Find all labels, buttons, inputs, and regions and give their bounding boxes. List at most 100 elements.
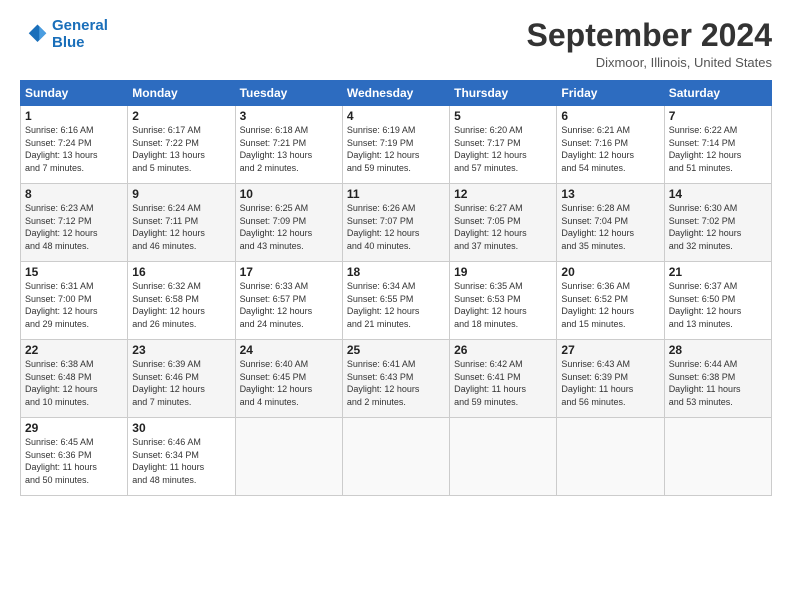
day-info: Sunrise: 6:27 AMSunset: 7:05 PMDaylight:… <box>454 202 552 252</box>
calendar-cell <box>235 418 342 496</box>
calendar-table: SundayMondayTuesdayWednesdayThursdayFrid… <box>20 80 772 496</box>
month-title: September 2024 <box>527 18 772 53</box>
calendar-cell: 16Sunrise: 6:32 AMSunset: 6:58 PMDayligh… <box>128 262 235 340</box>
day-info: Sunrise: 6:16 AMSunset: 7:24 PMDaylight:… <box>25 124 123 174</box>
day-info: Sunrise: 6:22 AMSunset: 7:14 PMDaylight:… <box>669 124 767 174</box>
calendar-cell: 3Sunrise: 6:18 AMSunset: 7:21 PMDaylight… <box>235 106 342 184</box>
day-number: 30 <box>132 421 230 435</box>
day-info: Sunrise: 6:18 AMSunset: 7:21 PMDaylight:… <box>240 124 338 174</box>
calendar-cell: 21Sunrise: 6:37 AMSunset: 6:50 PMDayligh… <box>664 262 771 340</box>
calendar-cell: 24Sunrise: 6:40 AMSunset: 6:45 PMDayligh… <box>235 340 342 418</box>
day-number: 2 <box>132 109 230 123</box>
calendar-week-4: 22Sunrise: 6:38 AMSunset: 6:48 PMDayligh… <box>21 340 772 418</box>
logo: General Blue <box>20 18 108 51</box>
calendar-week-5: 29Sunrise: 6:45 AMSunset: 6:36 PMDayligh… <box>21 418 772 496</box>
weekday-header-monday: Monday <box>128 81 235 106</box>
day-info: Sunrise: 6:35 AMSunset: 6:53 PMDaylight:… <box>454 280 552 330</box>
calendar-week-1: 1Sunrise: 6:16 AMSunset: 7:24 PMDaylight… <box>21 106 772 184</box>
day-number: 29 <box>25 421 123 435</box>
calendar-cell: 2Sunrise: 6:17 AMSunset: 7:22 PMDaylight… <box>128 106 235 184</box>
calendar-cell: 25Sunrise: 6:41 AMSunset: 6:43 PMDayligh… <box>342 340 449 418</box>
calendar-cell: 19Sunrise: 6:35 AMSunset: 6:53 PMDayligh… <box>450 262 557 340</box>
weekday-header-friday: Friday <box>557 81 664 106</box>
calendar-cell: 13Sunrise: 6:28 AMSunset: 7:04 PMDayligh… <box>557 184 664 262</box>
day-number: 10 <box>240 187 338 201</box>
day-info: Sunrise: 6:37 AMSunset: 6:50 PMDaylight:… <box>669 280 767 330</box>
day-info: Sunrise: 6:38 AMSunset: 6:48 PMDaylight:… <box>25 358 123 408</box>
day-info: Sunrise: 6:33 AMSunset: 6:57 PMDaylight:… <box>240 280 338 330</box>
day-info: Sunrise: 6:45 AMSunset: 6:36 PMDaylight:… <box>25 436 123 486</box>
header: General Blue September 2024 Dixmoor, Ill… <box>20 18 772 70</box>
day-number: 13 <box>561 187 659 201</box>
day-info: Sunrise: 6:34 AMSunset: 6:55 PMDaylight:… <box>347 280 445 330</box>
calendar-week-2: 8Sunrise: 6:23 AMSunset: 7:12 PMDaylight… <box>21 184 772 262</box>
day-number: 23 <box>132 343 230 357</box>
logo-icon <box>20 21 48 49</box>
calendar-cell: 9Sunrise: 6:24 AMSunset: 7:11 PMDaylight… <box>128 184 235 262</box>
day-number: 8 <box>25 187 123 201</box>
day-info: Sunrise: 6:17 AMSunset: 7:22 PMDaylight:… <box>132 124 230 174</box>
calendar-week-3: 15Sunrise: 6:31 AMSunset: 7:00 PMDayligh… <box>21 262 772 340</box>
day-info: Sunrise: 6:23 AMSunset: 7:12 PMDaylight:… <box>25 202 123 252</box>
logo-line2: Blue <box>52 34 85 51</box>
day-number: 22 <box>25 343 123 357</box>
calendar-cell <box>450 418 557 496</box>
day-number: 12 <box>454 187 552 201</box>
calendar-cell <box>557 418 664 496</box>
weekday-header-tuesday: Tuesday <box>235 81 342 106</box>
day-number: 27 <box>561 343 659 357</box>
day-info: Sunrise: 6:25 AMSunset: 7:09 PMDaylight:… <box>240 202 338 252</box>
page: General Blue September 2024 Dixmoor, Ill… <box>0 0 792 612</box>
day-number: 3 <box>240 109 338 123</box>
calendar-cell: 6Sunrise: 6:21 AMSunset: 7:16 PMDaylight… <box>557 106 664 184</box>
calendar-cell: 20Sunrise: 6:36 AMSunset: 6:52 PMDayligh… <box>557 262 664 340</box>
day-info: Sunrise: 6:40 AMSunset: 6:45 PMDaylight:… <box>240 358 338 408</box>
weekday-header-thursday: Thursday <box>450 81 557 106</box>
day-info: Sunrise: 6:24 AMSunset: 7:11 PMDaylight:… <box>132 202 230 252</box>
calendar-cell: 23Sunrise: 6:39 AMSunset: 6:46 PMDayligh… <box>128 340 235 418</box>
day-number: 25 <box>347 343 445 357</box>
calendar-header-row: SundayMondayTuesdayWednesdayThursdayFrid… <box>21 81 772 106</box>
calendar-cell: 30Sunrise: 6:46 AMSunset: 6:34 PMDayligh… <box>128 418 235 496</box>
day-number: 16 <box>132 265 230 279</box>
calendar-cell: 29Sunrise: 6:45 AMSunset: 6:36 PMDayligh… <box>21 418 128 496</box>
day-info: Sunrise: 6:43 AMSunset: 6:39 PMDaylight:… <box>561 358 659 408</box>
day-number: 20 <box>561 265 659 279</box>
day-info: Sunrise: 6:46 AMSunset: 6:34 PMDaylight:… <box>132 436 230 486</box>
calendar-cell: 10Sunrise: 6:25 AMSunset: 7:09 PMDayligh… <box>235 184 342 262</box>
day-number: 6 <box>561 109 659 123</box>
weekday-header-wednesday: Wednesday <box>342 81 449 106</box>
day-info: Sunrise: 6:32 AMSunset: 6:58 PMDaylight:… <box>132 280 230 330</box>
day-info: Sunrise: 6:19 AMSunset: 7:19 PMDaylight:… <box>347 124 445 174</box>
logo-text: General Blue <box>52 18 108 51</box>
calendar-cell: 27Sunrise: 6:43 AMSunset: 6:39 PMDayligh… <box>557 340 664 418</box>
calendar-cell: 18Sunrise: 6:34 AMSunset: 6:55 PMDayligh… <box>342 262 449 340</box>
calendar-cell: 28Sunrise: 6:44 AMSunset: 6:38 PMDayligh… <box>664 340 771 418</box>
day-number: 17 <box>240 265 338 279</box>
day-number: 9 <box>132 187 230 201</box>
day-info: Sunrise: 6:44 AMSunset: 6:38 PMDaylight:… <box>669 358 767 408</box>
day-info: Sunrise: 6:39 AMSunset: 6:46 PMDaylight:… <box>132 358 230 408</box>
calendar-cell: 14Sunrise: 6:30 AMSunset: 7:02 PMDayligh… <box>664 184 771 262</box>
day-info: Sunrise: 6:28 AMSunset: 7:04 PMDaylight:… <box>561 202 659 252</box>
day-number: 7 <box>669 109 767 123</box>
day-info: Sunrise: 6:36 AMSunset: 6:52 PMDaylight:… <box>561 280 659 330</box>
day-number: 1 <box>25 109 123 123</box>
weekday-header-sunday: Sunday <box>21 81 128 106</box>
location-subtitle: Dixmoor, Illinois, United States <box>527 55 772 70</box>
day-info: Sunrise: 6:26 AMSunset: 7:07 PMDaylight:… <box>347 202 445 252</box>
calendar-cell: 5Sunrise: 6:20 AMSunset: 7:17 PMDaylight… <box>450 106 557 184</box>
day-number: 18 <box>347 265 445 279</box>
calendar-cell <box>664 418 771 496</box>
calendar-cell: 4Sunrise: 6:19 AMSunset: 7:19 PMDaylight… <box>342 106 449 184</box>
day-info: Sunrise: 6:42 AMSunset: 6:41 PMDaylight:… <box>454 358 552 408</box>
day-number: 19 <box>454 265 552 279</box>
logo-line1: General <box>52 17 108 34</box>
day-info: Sunrise: 6:20 AMSunset: 7:17 PMDaylight:… <box>454 124 552 174</box>
calendar-cell: 7Sunrise: 6:22 AMSunset: 7:14 PMDaylight… <box>664 106 771 184</box>
day-number: 5 <box>454 109 552 123</box>
calendar-cell <box>342 418 449 496</box>
day-number: 14 <box>669 187 767 201</box>
calendar-cell: 17Sunrise: 6:33 AMSunset: 6:57 PMDayligh… <box>235 262 342 340</box>
calendar-cell: 8Sunrise: 6:23 AMSunset: 7:12 PMDaylight… <box>21 184 128 262</box>
